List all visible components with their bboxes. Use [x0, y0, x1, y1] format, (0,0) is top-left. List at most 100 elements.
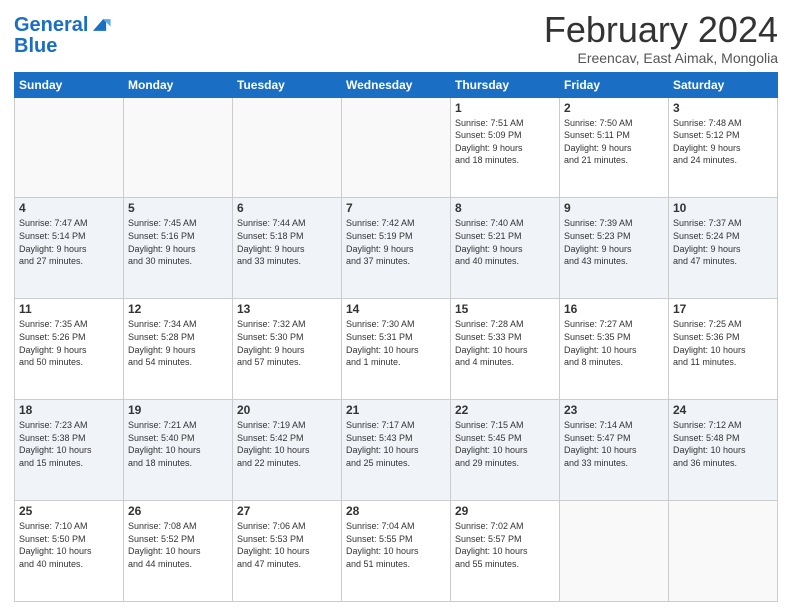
weekday-sunday: Sunday [15, 72, 124, 97]
day-info: Sunrise: 7:34 AM Sunset: 5:28 PM Dayligh… [128, 318, 228, 368]
day-info: Sunrise: 7:06 AM Sunset: 5:53 PM Dayligh… [237, 520, 337, 570]
calendar-cell: 23 Sunrise: 7:14 AM Sunset: 5:47 PM Dayli… [560, 400, 669, 501]
day-info: Sunrise: 7:44 AM Sunset: 5:18 PM Dayligh… [237, 217, 337, 267]
calendar-cell [15, 97, 124, 198]
calendar-cell: 20Sunrise: 7:19 AM Sunset: 5:42 PM Dayli… [233, 400, 342, 501]
day-number: 1 [455, 101, 555, 115]
calendar-cell: 25Sunrise: 7:10 AM Sunset: 5:50 PM Dayli… [15, 501, 124, 602]
day-info: Sunrise: 7:08 AM Sunset: 5:52 PM Dayligh… [128, 520, 228, 570]
day-info: Sunrise: 7:02 AM Sunset: 5:57 PM Dayligh… [455, 520, 555, 570]
calendar-week-5: 25Sunrise: 7:10 AM Sunset: 5:50 PM Dayli… [15, 501, 778, 602]
calendar-cell: 9Sunrise: 7:39 AM Sunset: 5:23 PM Daylig… [560, 198, 669, 299]
day-number: 5 [128, 201, 228, 215]
day-number: 9 [564, 201, 664, 215]
day-number: 6 [237, 201, 337, 215]
day-number: 22 [455, 403, 555, 417]
calendar-body: 1 Sunrise: 7:51 AM Sunset: 5:09 PM Daylig… [15, 97, 778, 601]
day-number: 11 [19, 302, 119, 316]
day-info: Sunrise: 7:30 AM Sunset: 5:31 PM Dayligh… [346, 318, 446, 368]
day-info: Sunrise: 7:28 AM Sunset: 5:33 PM Dayligh… [455, 318, 555, 368]
day-info: Sunrise: 7:27 AM Sunset: 5:35 PM Dayligh… [564, 318, 664, 368]
day-info: Sunrise: 7:10 AM Sunset: 5:50 PM Dayligh… [19, 520, 119, 570]
day-number: 18 [19, 403, 119, 417]
month-title: February 2024 [544, 10, 778, 50]
day-info: Sunrise: 7:51 AM Sunset: 5:09 PM Dayligh… [455, 117, 555, 167]
calendar-cell: 21 Sunrise: 7:17 AM Sunset: 5:43 PM Dayli… [342, 400, 451, 501]
day-info: Sunrise: 7:47 AM Sunset: 5:14 PM Dayligh… [19, 217, 119, 267]
day-info: Sunrise: 7:21 AM Sunset: 5:40 PM Dayligh… [128, 419, 228, 469]
calendar-cell: 5 Sunrise: 7:45 AM Sunset: 5:16 PM Daylig… [124, 198, 233, 299]
calendar-cell: 7Sunrise: 7:42 AM Sunset: 5:19 PM Daylig… [342, 198, 451, 299]
day-number: 16 [564, 302, 664, 316]
calendar-cell: 12 Sunrise: 7:34 AM Sunset: 5:28 PM Dayli… [124, 299, 233, 400]
calendar-cell: 6 Sunrise: 7:44 AM Sunset: 5:18 PM Daylig… [233, 198, 342, 299]
day-info: Sunrise: 7:15 AM Sunset: 5:45 PM Dayligh… [455, 419, 555, 469]
day-info: Sunrise: 7:50 AM Sunset: 5:11 PM Dayligh… [564, 117, 664, 167]
calendar-cell [342, 97, 451, 198]
day-number: 26 [128, 504, 228, 518]
calendar-week-1: 1 Sunrise: 7:51 AM Sunset: 5:09 PM Daylig… [15, 97, 778, 198]
weekday-header-row: SundayMondayTuesdayWednesdayThursdayFrid… [15, 72, 778, 97]
weekday-friday: Friday [560, 72, 669, 97]
day-number: 3 [673, 101, 773, 115]
calendar-week-2: 4Sunrise: 7:47 AM Sunset: 5:14 PM Daylig… [15, 198, 778, 299]
weekday-tuesday: Tuesday [233, 72, 342, 97]
day-info: Sunrise: 7:14 AM Sunset: 5:47 PM Dayligh… [564, 419, 664, 469]
day-number: 19 [128, 403, 228, 417]
day-info: Sunrise: 7:48 AM Sunset: 5:12 PM Dayligh… [673, 117, 773, 167]
day-info: Sunrise: 7:40 AM Sunset: 5:21 PM Dayligh… [455, 217, 555, 267]
calendar-cell: 11Sunrise: 7:35 AM Sunset: 5:26 PM Dayli… [15, 299, 124, 400]
calendar-cell: 8 Sunrise: 7:40 AM Sunset: 5:21 PM Daylig… [451, 198, 560, 299]
calendar-cell: 29 Sunrise: 7:02 AM Sunset: 5:57 PM Dayli… [451, 501, 560, 602]
day-info: Sunrise: 7:04 AM Sunset: 5:55 PM Dayligh… [346, 520, 446, 570]
day-number: 29 [455, 504, 555, 518]
day-number: 14 [346, 302, 446, 316]
calendar-cell: 15 Sunrise: 7:28 AM Sunset: 5:33 PM Dayli… [451, 299, 560, 400]
day-info: Sunrise: 7:17 AM Sunset: 5:43 PM Dayligh… [346, 419, 446, 469]
calendar-week-3: 11Sunrise: 7:35 AM Sunset: 5:26 PM Dayli… [15, 299, 778, 400]
day-info: Sunrise: 7:45 AM Sunset: 5:16 PM Dayligh… [128, 217, 228, 267]
calendar-cell: 18 Sunrise: 7:23 AM Sunset: 5:38 PM Dayli… [15, 400, 124, 501]
calendar-cell [560, 501, 669, 602]
calendar-cell: 10 Sunrise: 7:37 AM Sunset: 5:24 PM Dayli… [669, 198, 778, 299]
day-info: Sunrise: 7:23 AM Sunset: 5:38 PM Dayligh… [19, 419, 119, 469]
calendar-cell: 26 Sunrise: 7:08 AM Sunset: 5:52 PM Dayli… [124, 501, 233, 602]
day-number: 23 [564, 403, 664, 417]
header: General Blue February 2024 Ereencav, Eas… [14, 10, 778, 66]
weekday-wednesday: Wednesday [342, 72, 451, 97]
day-number: 8 [455, 201, 555, 215]
day-number: 10 [673, 201, 773, 215]
weekday-saturday: Saturday [669, 72, 778, 97]
day-number: 13 [237, 302, 337, 316]
calendar-cell: 2 Sunrise: 7:50 AM Sunset: 5:11 PM Daylig… [560, 97, 669, 198]
calendar-cell [669, 501, 778, 602]
calendar-week-4: 18 Sunrise: 7:23 AM Sunset: 5:38 PM Dayli… [15, 400, 778, 501]
calendar-cell: 16 Sunrise: 7:27 AM Sunset: 5:35 PM Dayli… [560, 299, 669, 400]
weekday-monday: Monday [124, 72, 233, 97]
calendar: SundayMondayTuesdayWednesdayThursdayFrid… [14, 72, 778, 602]
day-number: 28 [346, 504, 446, 518]
calendar-cell: 1 Sunrise: 7:51 AM Sunset: 5:09 PM Daylig… [451, 97, 560, 198]
day-number: 12 [128, 302, 228, 316]
day-number: 27 [237, 504, 337, 518]
calendar-cell: 24Sunrise: 7:12 AM Sunset: 5:48 PM Dayli… [669, 400, 778, 501]
day-info: Sunrise: 7:12 AM Sunset: 5:48 PM Dayligh… [673, 419, 773, 469]
day-number: 17 [673, 302, 773, 316]
day-info: Sunrise: 7:37 AM Sunset: 5:24 PM Dayligh… [673, 217, 773, 267]
logo-text: General [14, 15, 88, 35]
calendar-cell: 13Sunrise: 7:32 AM Sunset: 5:30 PM Dayli… [233, 299, 342, 400]
calendar-cell: 28 Sunrise: 7:04 AM Sunset: 5:55 PM Dayli… [342, 501, 451, 602]
day-number: 2 [564, 101, 664, 115]
day-info: Sunrise: 7:25 AM Sunset: 5:36 PM Dayligh… [673, 318, 773, 368]
calendar-cell: 3 Sunrise: 7:48 AM Sunset: 5:12 PM Daylig… [669, 97, 778, 198]
logo: General Blue [14, 14, 112, 56]
calendar-cell: 19 Sunrise: 7:21 AM Sunset: 5:40 PM Dayli… [124, 400, 233, 501]
logo-icon [90, 14, 112, 36]
day-number: 21 [346, 403, 446, 417]
weekday-thursday: Thursday [451, 72, 560, 97]
calendar-cell: 14 Sunrise: 7:30 AM Sunset: 5:31 PM Dayli… [342, 299, 451, 400]
day-number: 15 [455, 302, 555, 316]
calendar-cell [233, 97, 342, 198]
day-number: 7 [346, 201, 446, 215]
day-info: Sunrise: 7:19 AM Sunset: 5:42 PM Dayligh… [237, 419, 337, 469]
